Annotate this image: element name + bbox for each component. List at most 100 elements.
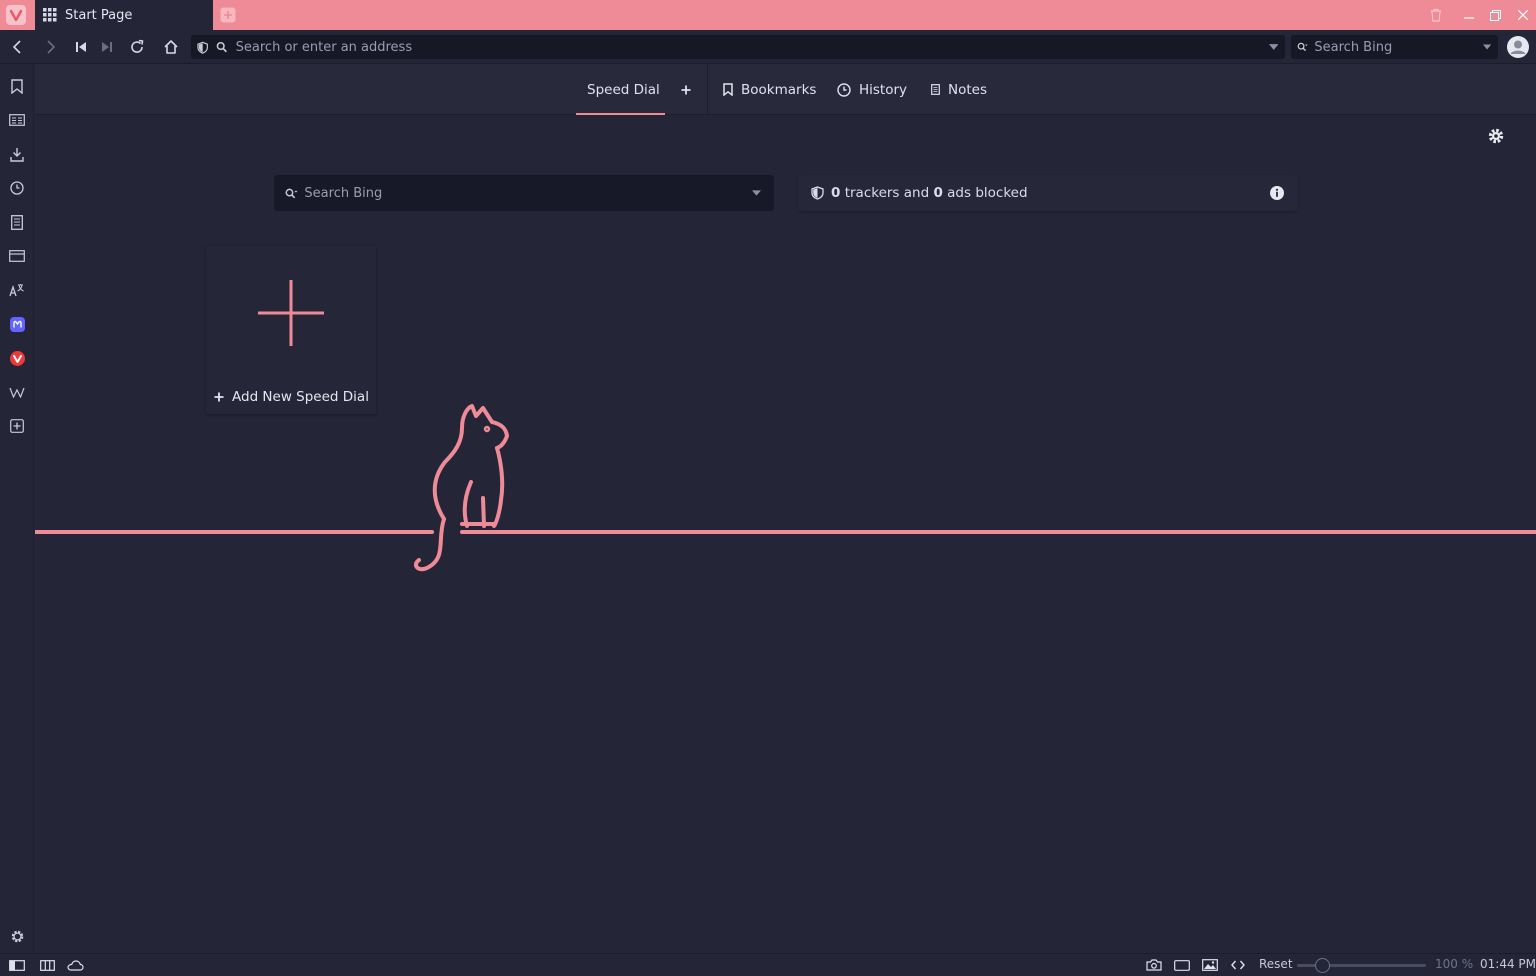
address-input[interactable] [235,39,1269,55]
zoom-reset-button[interactable]: Reset [1259,957,1293,971]
vivaldi-menu-button[interactable] [6,5,26,25]
notes-icon [931,84,940,95]
search-engine-icon [1297,42,1308,52]
vivaldi-logo-icon [9,9,23,22]
status-bar: Reset 100 % 01:44 PM [0,953,1536,976]
trash-icon [1430,8,1441,22]
toolbar-search-input[interactable] [1314,39,1483,55]
back-button[interactable] [5,35,29,59]
tab-title: Start Page [65,7,133,23]
search-icon [216,41,228,53]
translate-icon [9,284,24,297]
tab-history[interactable]: History [837,64,907,115]
chevron-down-icon[interactable] [752,190,761,196]
tab-bookmarks-label: Bookmarks [741,81,817,98]
bookmark-icon [723,83,733,96]
active-tab-indicator [576,113,665,115]
capture-button[interactable] [1145,957,1163,973]
reload-icon [131,39,144,53]
fast-forward-button[interactable] [95,35,119,59]
tab-bookmarks[interactable]: Bookmarks [723,64,816,115]
reload-button[interactable] [125,35,149,59]
avatar-icon [1507,36,1529,58]
bookmark-icon [11,78,23,94]
tab-speed-dial[interactable]: Speed Dial [587,64,660,115]
plus-icon [681,85,691,94]
panel-bookmarks[interactable] [7,76,27,96]
panel-toggle-icon [9,959,25,971]
panel-vivaldi[interactable] [7,348,27,368]
zoom-slider-thumb[interactable] [1315,958,1330,973]
profile-button[interactable] [1506,35,1530,59]
trash-button[interactable] [1422,0,1449,30]
add-speed-dial-card[interactable]: Add New Speed Dial [206,246,376,414]
side-panel [0,64,34,953]
tab-notes-label: Notes [948,81,987,98]
panel-translate[interactable] [7,280,27,300]
cloud-icon [66,959,84,971]
code-icon [1231,960,1245,970]
gear-icon [1488,128,1504,144]
trackers-label: trackers and [840,185,934,201]
forward-button[interactable] [39,35,63,59]
cat-illustration [35,404,1536,572]
window-panel-icon [9,250,25,262]
rewind-icon [76,42,86,52]
chevron-down-icon[interactable] [1482,44,1491,50]
tracker-blocker-widget: 0 trackers and 0 ads blocked [798,175,1298,211]
gear-icon [11,930,23,942]
ads-count: 0 [933,185,943,201]
clock-icon [837,82,851,97]
arrow-left-icon [12,40,21,54]
panel-mastodon[interactable] [7,314,27,334]
info-icon[interactable] [1270,186,1284,200]
tab-tiling-button[interactable] [38,957,56,973]
clock: 01:44 PM [1480,957,1536,971]
wikipedia-icon [9,387,25,398]
tiling-icon [39,959,55,971]
settings-button[interactable] [7,926,27,946]
start-page-search-input[interactable] [304,185,753,201]
new-tab-button[interactable] [219,6,237,24]
panel-downloads[interactable] [7,144,27,164]
add-panel-icon [10,419,24,433]
page-actions-button[interactable] [1229,957,1247,973]
arrow-right-icon [47,40,56,54]
image-icon [1202,959,1218,971]
tracker-count: 0 [831,185,841,201]
window-icon [1174,959,1190,971]
rewind-button[interactable] [69,35,93,59]
shield-icon[interactable] [197,41,208,54]
search-engine-icon [285,188,298,198]
blocker-summary: 0 trackers and 0 ads blocked [831,185,1028,201]
panel-wikipedia[interactable] [7,382,27,402]
panel-history[interactable] [7,178,27,198]
page-tiling-button[interactable] [1173,957,1191,973]
minimize-icon [1463,17,1474,19]
image-toggle-button[interactable] [1201,957,1219,973]
home-button[interactable] [159,35,183,59]
ads-label: ads blocked [942,185,1028,201]
chevron-down-icon[interactable] [1268,44,1278,50]
tab-start-page[interactable]: Start Page [35,0,213,30]
panel-notes[interactable] [7,212,27,232]
tab-bar: Start Page [0,0,1536,30]
start-page-settings-button[interactable] [1487,127,1505,145]
panel-reading-list[interactable] [7,110,27,130]
close-button[interactable] [1509,0,1536,30]
panel-window[interactable] [7,246,27,266]
tab-notes[interactable]: Notes [931,64,987,115]
maximize-button[interactable] [1482,0,1509,30]
address-bar[interactable] [191,35,1285,59]
add-speed-dial-group-button[interactable] [681,64,691,115]
shield-icon [811,186,824,200]
start-page-search[interactable] [274,175,774,211]
sync-button[interactable] [66,957,84,973]
large-plus-icon [258,280,324,346]
tab-history-label: History [859,81,908,98]
minimize-button[interactable] [1455,0,1482,30]
reading-list-icon [9,114,25,126]
toolbar-search[interactable] [1291,35,1498,59]
panel-add-web-panel[interactable] [7,416,27,436]
toggle-panel-button[interactable] [8,957,26,973]
